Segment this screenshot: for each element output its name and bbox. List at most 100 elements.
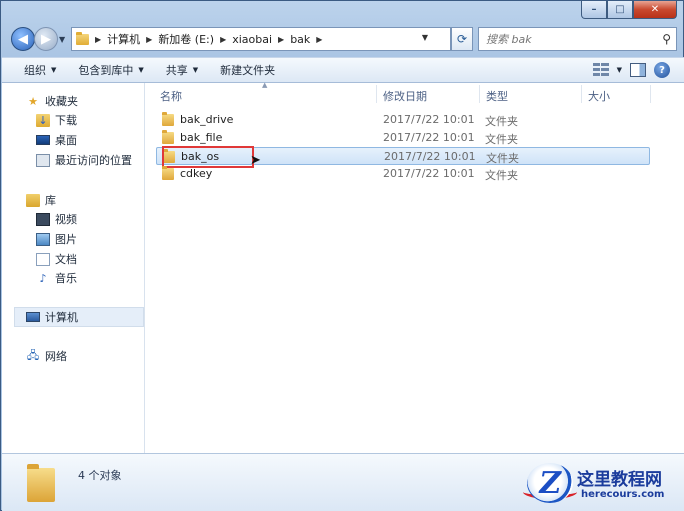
nav-item-label: 音乐 <box>55 272 77 285</box>
search-box[interactable]: ⚲ <box>478 27 677 51</box>
recent-pages-dropdown[interactable]: ▼ <box>59 35 65 44</box>
change-view-icon[interactable] <box>592 63 609 77</box>
column-header-modified[interactable]: 修改日期 <box>383 88 427 104</box>
star-icon: ★ <box>28 94 38 108</box>
watermark: Z 这里教程网 herecours.com <box>523 459 677 507</box>
watermark-logo: Z <box>527 463 573 503</box>
nav-item-label: 文档 <box>55 253 77 266</box>
view-dropdown-icon[interactable]: ▼ <box>617 66 622 74</box>
file-modified: 2017/7/22 10:01 <box>383 131 475 144</box>
nav-libraries[interactable]: 库 <box>26 192 56 208</box>
chevron-right-icon[interactable]: ▶ <box>220 35 226 44</box>
column-header-name[interactable]: 名称 <box>160 88 182 104</box>
share-label: 共享 <box>165 64 188 77</box>
nav-item-label: 视频 <box>55 213 77 226</box>
close-button[interactable]: ✕ <box>633 1 677 19</box>
address-bar[interactable]: ▶ 计算机 ▶ 新加卷 (E:) ▶ xiaobai ▶ bak ▶ ▼ <box>71 27 451 51</box>
breadcrumb-drive[interactable]: 新加卷 (E:) <box>158 31 214 47</box>
share-menu[interactable]: 共享 ▼ <box>166 62 198 78</box>
nav-item-label: 下载 <box>55 114 77 127</box>
desktop-icon <box>36 135 50 145</box>
chevron-right-icon[interactable]: ▶ <box>146 35 152 44</box>
back-button[interactable]: ◀ <box>11 27 35 51</box>
caption-buttons: – □ ✕ <box>581 1 677 19</box>
chevron-right-icon[interactable]: ▶ <box>278 35 284 44</box>
preview-pane-icon[interactable] <box>630 63 646 77</box>
nav-item-downloads[interactable]: ↓ 下载 <box>36 112 77 128</box>
address-history-dropdown[interactable]: ▼ <box>422 33 428 42</box>
computer-icon <box>26 312 40 322</box>
chevron-right-icon[interactable]: ▶ <box>95 35 101 44</box>
chevron-right-icon[interactable]: ▶ <box>316 35 322 44</box>
search-input[interactable] <box>486 32 646 46</box>
nav-item-documents[interactable]: 文档 <box>36 251 77 267</box>
file-row[interactable]: bak_drive 2017/7/22 10:01 文件夹 <box>156 111 650 129</box>
video-icon <box>36 212 50 226</box>
dropdown-arrow-icon: ▼ <box>138 66 144 74</box>
column-divider[interactable] <box>650 85 651 103</box>
include-in-library-label: 包含到库中 <box>78 64 134 77</box>
folder-icon <box>162 112 174 126</box>
command-bar: 组织 ▼ 包含到库中 ▼ 共享 ▼ 新建文件夹 ▼ ? <box>2 57 684 83</box>
new-folder-label: 新建文件夹 <box>220 64 276 77</box>
navigation-bar: ◀ ▶ ▼ ▶ 计算机 ▶ 新加卷 (E:) ▶ xiaobai ▶ bak ▶… <box>9 27 677 53</box>
folder-icon <box>162 130 174 144</box>
file-name: bak_file <box>180 131 223 144</box>
nav-libraries-label: 库 <box>45 194 56 207</box>
music-icon: ♪ <box>39 271 47 285</box>
nav-item-pictures[interactable]: 图片 <box>36 231 77 247</box>
sort-ascending-icon: ▲ <box>262 81 268 89</box>
refresh-icon: ⟳ <box>456 32 468 46</box>
file-type: 文件夹 <box>485 115 518 128</box>
file-type: 文件夹 <box>486 152 519 165</box>
file-list: ▲ 名称 修改日期 类型 大小 bak_drive 2017/7/22 10:0… <box>150 81 684 453</box>
navigation-pane: ★ 收藏夹 ↓ 下载 桌面 最近访问的位置 库 视频 图片 文档 ♪ 音乐 计算… <box>2 83 145 453</box>
nav-computer[interactable]: 计算机 <box>14 307 144 327</box>
refresh-button[interactable]: ⟳ <box>451 27 473 51</box>
organize-menu[interactable]: 组织 ▼ <box>24 62 56 78</box>
maximize-button[interactable]: □ <box>607 1 633 19</box>
breadcrumb-bak[interactable]: bak <box>290 33 310 46</box>
breadcrumb-xiaobai[interactable]: xiaobai <box>232 33 272 46</box>
pictures-icon <box>36 232 50 246</box>
arrow-right-icon: ▶ <box>41 31 51 47</box>
column-header-type[interactable]: 类型 <box>486 88 508 104</box>
file-type: 文件夹 <box>485 133 518 146</box>
nav-item-label: 最近访问的位置 <box>55 154 132 167</box>
dropdown-arrow-icon: ▼ <box>51 66 57 74</box>
documents-icon <box>36 252 50 266</box>
nav-item-music[interactable]: ♪ 音乐 <box>36 270 77 286</box>
logo-letter: Z <box>535 465 565 501</box>
column-divider[interactable] <box>479 85 480 103</box>
nav-item-desktop[interactable]: 桌面 <box>36 132 77 148</box>
minimize-button[interactable]: – <box>581 1 607 19</box>
folder-icon <box>27 464 55 502</box>
nav-item-videos[interactable]: 视频 <box>36 211 77 227</box>
column-divider[interactable] <box>376 85 377 103</box>
breadcrumb-computer[interactable]: 计算机 <box>107 31 140 47</box>
file-name: bak_drive <box>180 113 234 126</box>
dropdown-arrow-icon: ▼ <box>192 66 199 74</box>
help-icon[interactable]: ? <box>654 62 670 78</box>
nav-item-label: 图片 <box>55 233 77 246</box>
include-in-library-menu[interactable]: 包含到库中 ▼ <box>78 62 143 78</box>
nav-item-recent-places[interactable]: 最近访问的位置 <box>36 152 132 168</box>
folder-icon <box>76 31 89 45</box>
content-area: ★ 收藏夹 ↓ 下载 桌面 最近访问的位置 库 视频 图片 文档 ♪ 音乐 计算… <box>2 81 684 453</box>
library-icon <box>26 193 40 207</box>
nav-network[interactable]: 🖧 网络 <box>26 348 67 364</box>
file-type: 文件夹 <box>485 169 518 182</box>
forward-button[interactable]: ▶ <box>34 27 58 51</box>
new-folder-button[interactable]: 新建文件夹 <box>220 62 275 78</box>
file-row[interactable]: cdkey 2017/7/22 10:01 文件夹 <box>156 165 650 183</box>
file-modified: 2017/7/22 10:01 <box>383 113 475 126</box>
explorer-window: – □ ✕ ◀ ▶ ▼ ▶ 计算机 ▶ 新加卷 (E:) ▶ xiaobai ▶… <box>0 0 684 511</box>
search-icon[interactable]: ⚲ <box>662 32 671 46</box>
file-row[interactable]: bak_file 2017/7/22 10:01 文件夹 <box>156 129 650 147</box>
column-divider[interactable] <box>581 85 582 103</box>
column-header-size[interactable]: 大小 <box>588 88 610 104</box>
nav-favorites-label: 收藏夹 <box>45 95 78 108</box>
nav-network-label: 网络 <box>45 350 67 363</box>
nav-favorites[interactable]: ★ 收藏夹 <box>26 93 78 109</box>
file-row-selected[interactable]: bak_os 2017/7/22 10:01 文件夹 ➤ <box>156 146 650 168</box>
